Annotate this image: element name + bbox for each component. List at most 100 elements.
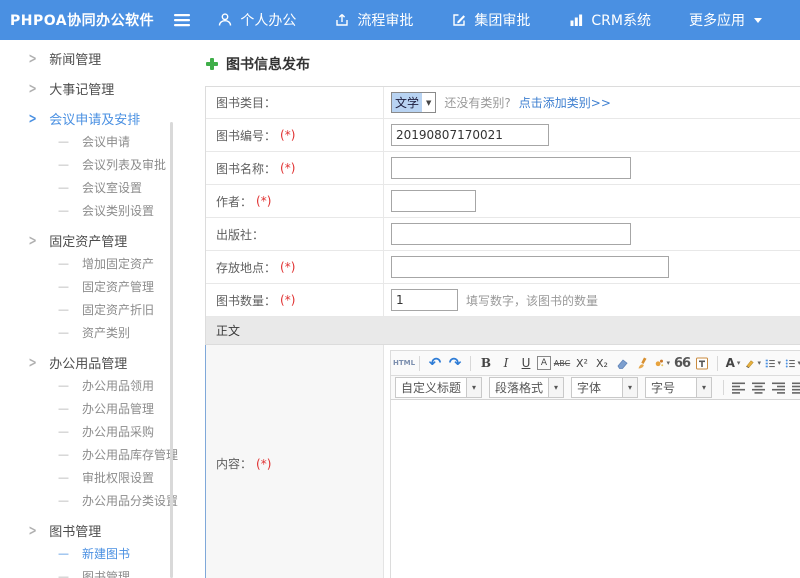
required-marker: (*) — [256, 194, 271, 208]
sidebar-item-meeting-list[interactable]: — 会议列表及审批 — [0, 153, 180, 176]
sidebar-item-meeting-group[interactable]: > 会议申请及安排 — [0, 106, 180, 130]
align-right-icon[interactable] — [770, 378, 788, 398]
sidebar-item-label: 办公用品领用 — [82, 377, 154, 394]
font-family-select[interactable]: 字体▾ — [571, 377, 638, 398]
dash-icon: — — [58, 135, 69, 148]
unordered-list-icon[interactable]: ▾ — [784, 353, 800, 373]
menu-icon[interactable] — [173, 13, 191, 27]
chevron-right-icon: > — [28, 522, 36, 538]
select-arrow-icon: ▼ — [422, 99, 435, 107]
form-row-quantity: 图书数量：(*) 填写数字，该图书的数量 — [206, 284, 800, 317]
nav-workflow-approval[interactable]: 流程审批 — [334, 10, 413, 30]
section-header: 正文 — [206, 317, 800, 345]
required-marker: (*) — [280, 128, 295, 142]
nav-personal-office[interactable]: 个人办公 — [217, 10, 296, 30]
nav-crm-system[interactable]: CRM系统 — [568, 10, 651, 30]
nav-more-apps[interactable]: 更多应用 — [689, 10, 762, 30]
caret-down-icon: ▾ — [737, 359, 741, 367]
sidebar-scrollbar[interactable] — [170, 122, 173, 578]
form-row-book-name: 图书名称：(*) — [206, 152, 800, 185]
sidebar-item-label: 会议室设置 — [82, 179, 142, 196]
align-justify-icon[interactable] — [790, 378, 800, 398]
sidebar-item-book-mgmt[interactable]: —图书管理 — [0, 565, 180, 578]
location-input[interactable] — [391, 256, 669, 278]
sidebar-item-meeting-room[interactable]: —会议室设置 — [0, 176, 180, 199]
book-number-input[interactable] — [391, 124, 549, 146]
category-select[interactable]: 文学 ▼ — [391, 92, 436, 113]
auto-typeset-icon[interactable]: ▾ — [653, 353, 671, 373]
sidebar-item-label: 资产类别 — [82, 324, 130, 341]
sidebar-item-supplies-classify[interactable]: —办公用品分类设置 — [0, 489, 180, 512]
sidebar-item-supplies-claim[interactable]: —办公用品领用 — [0, 374, 180, 397]
author-input[interactable] — [391, 190, 476, 212]
required-marker: (*) — [256, 457, 271, 471]
upload-icon — [334, 12, 350, 28]
sidebar-item-meeting-category[interactable]: —会议类别设置 — [0, 199, 180, 222]
sidebar-item-supplies-inventory[interactable]: —办公用品库存管理 — [0, 443, 180, 466]
font-size-select[interactable]: 字号▾ — [645, 377, 712, 398]
dash-icon: — — [58, 547, 69, 560]
strikethrough-button[interactable]: ABC — [553, 353, 571, 373]
highlight-color-icon[interactable]: ▾ — [744, 353, 762, 373]
quantity-hint: 填写数字，该图书的数量 — [466, 292, 598, 309]
sidebar-item-label: 会议申请及安排 — [49, 109, 140, 128]
add-icon — [205, 57, 219, 71]
underline-button[interactable]: U — [517, 353, 535, 373]
sidebar-item-label: 会议列表及审批 — [82, 156, 166, 173]
sidebar-item-meeting-apply[interactable]: —会议申请 — [0, 130, 180, 153]
sidebar-item-approval-permission[interactable]: —审批权限设置 — [0, 466, 180, 489]
publisher-input[interactable] — [391, 223, 631, 245]
app-logo[interactable]: PHPOA协同办公软件 — [0, 10, 163, 30]
html-source-button[interactable]: HTML — [395, 353, 413, 373]
field-label: 图书名称： — [216, 160, 276, 177]
custom-title-select[interactable]: 自定义标题▾ — [395, 377, 482, 398]
sidebar-item-asset-category[interactable]: — 资产类别 — [0, 321, 180, 344]
sidebar-item-fixed-asset-group[interactable]: >固定资产管理 — [0, 228, 180, 252]
editor-content-area[interactable] — [390, 400, 800, 578]
hamburger-icon — [173, 13, 191, 27]
char-border-button[interactable]: A — [537, 356, 551, 370]
align-center-icon[interactable] — [750, 378, 768, 398]
form-row-category: 图书类目： 文学 ▼ 还没有类别? 点击添加类别>> — [206, 87, 800, 119]
remove-format-icon[interactable] — [613, 353, 631, 373]
dash-icon: — — [58, 326, 69, 339]
undo-icon[interactable]: ↶ — [426, 353, 444, 373]
superscript-button[interactable]: X² — [573, 353, 591, 373]
toolbar-separator — [723, 380, 724, 395]
category-hint: 还没有类别? — [444, 94, 510, 111]
italic-button[interactable]: I — [497, 353, 515, 373]
format-painter-icon[interactable] — [633, 353, 651, 373]
sidebar-item-news-mgmt[interactable]: >新闻管理 — [0, 46, 180, 70]
align-left-icon[interactable] — [730, 378, 748, 398]
sidebar-item-book-mgmt-group[interactable]: >图书管理 — [0, 518, 180, 542]
blockquote-button[interactable]: 66 — [673, 353, 691, 373]
page-title: 图书信息发布 — [205, 54, 800, 74]
nav-group-approval[interactable]: 集团审批 — [451, 10, 530, 30]
sidebar-item-office-supplies-group[interactable]: >办公用品管理 — [0, 350, 180, 374]
add-category-link[interactable]: 点击添加类别>> — [519, 94, 611, 111]
bold-button[interactable]: B — [477, 353, 495, 373]
ordered-list-icon[interactable]: ▾ — [764, 353, 782, 373]
field-label: 作者： — [216, 193, 252, 210]
sidebar-item-new-book[interactable]: —新建图书 — [0, 542, 180, 565]
sidebar-item-asset-mgmt[interactable]: —固定资产管理 — [0, 275, 180, 298]
form-row-author: 作者： (*) — [206, 185, 800, 218]
book-name-input[interactable] — [391, 157, 631, 179]
paste-plain-icon[interactable] — [693, 353, 711, 373]
sidebar-item-asset-depreciation[interactable]: —固定资产折旧 — [0, 298, 180, 321]
sidebar-item-events-mgmt[interactable]: >大事记管理 — [0, 76, 180, 100]
chevron-right-icon: > — [28, 50, 36, 66]
sidebar-item-supplies-purchase[interactable]: —办公用品采购 — [0, 420, 180, 443]
sidebar-item-add-asset[interactable]: —增加固定资产 — [0, 252, 180, 275]
paragraph-format-select[interactable]: 段落格式▾ — [489, 377, 564, 398]
redo-icon[interactable]: ↷ — [446, 353, 464, 373]
sidebar-item-supplies-mgmt[interactable]: —办公用品管理 — [0, 397, 180, 420]
subscript-button[interactable]: X₂ — [593, 353, 611, 373]
font-color-button[interactable]: A ▾ — [724, 353, 742, 373]
toolbar-separator — [717, 356, 718, 371]
dash-icon: — — [58, 158, 69, 171]
chevron-right-icon: > — [28, 110, 36, 126]
editor-toolbar-row1: HTML ↶ ↷ B I U A ABC X² X₂ — [390, 350, 800, 375]
editor-toolbar-row2: 自定义标题▾ 段落格式▾ 字体▾ 字号▾ — [390, 375, 800, 400]
quantity-input[interactable] — [391, 289, 458, 311]
